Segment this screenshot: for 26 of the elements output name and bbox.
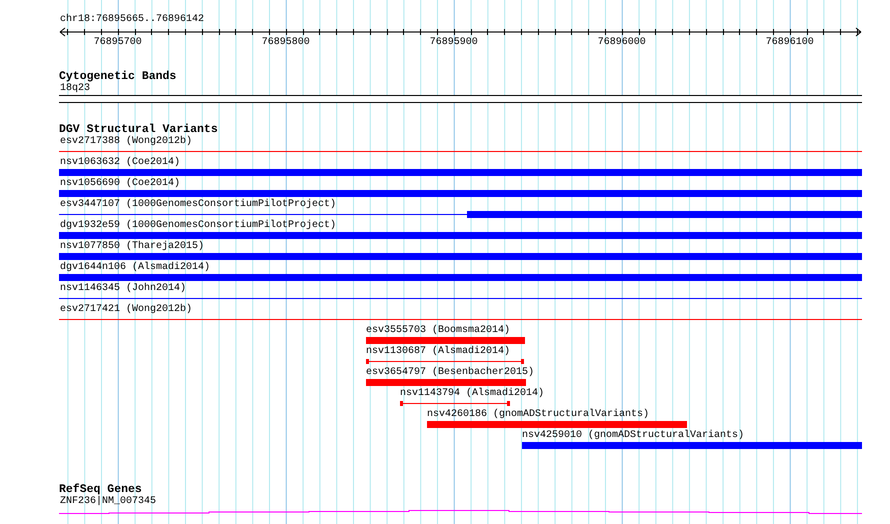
variant-label: esv3447107 (1000GenomesConsortiumPilotProject) [60, 199, 336, 211]
variant-label: nsv1063632 (Coe2014) [60, 157, 180, 169]
tick-label: 76895700 [94, 37, 142, 49]
variant-label: nsv4260186 (gnomADStructuralVariants) [427, 409, 650, 421]
variant-label: esv3555703 (Boomsma2014) [366, 325, 510, 337]
variant-label: nsv1130687 (Alsmadi2014) [366, 346, 510, 358]
variant-label: nsv1077850 (Thareja2015) [60, 241, 204, 253]
track-title: RefSeq Genes [59, 483, 142, 496]
band-label: 18q23 [60, 83, 90, 95]
variant-label: esv2717421 (Wong2012b) [60, 304, 192, 316]
variant-label: dgv1644n106 (Alsmadi2014) [60, 262, 210, 274]
track-title: Cytogenetic Bands [59, 70, 176, 83]
gene-label: ZNF236|NM_007345 [60, 496, 156, 508]
tick-label: 76896100 [766, 37, 814, 49]
track-title: DGV Structural Variants [59, 123, 218, 136]
variant-label: nsv1143794 (Alsmadi2014) [400, 388, 544, 400]
variant-label: esv2717388 (Wong2012b) [60, 136, 192, 148]
tick-label: 76895900 [430, 37, 478, 49]
variant-label: esv3654797 (Besenbacher2015) [366, 367, 534, 379]
tick-label: 76895800 [262, 37, 310, 49]
variant-label: dgv1932e59 (1000GenomesConsortiumPilotProject) [60, 220, 336, 232]
tick-label: 76896000 [598, 37, 646, 49]
variant-label: nsv1146345 (John2014) [60, 283, 186, 295]
variant-label: nsv1056690 (Coe2014) [60, 178, 180, 190]
variant-label: nsv4259010 (gnomADStructuralVariants) [522, 430, 744, 442]
position-label: chr18:76895665..76896142 [60, 14, 204, 26]
